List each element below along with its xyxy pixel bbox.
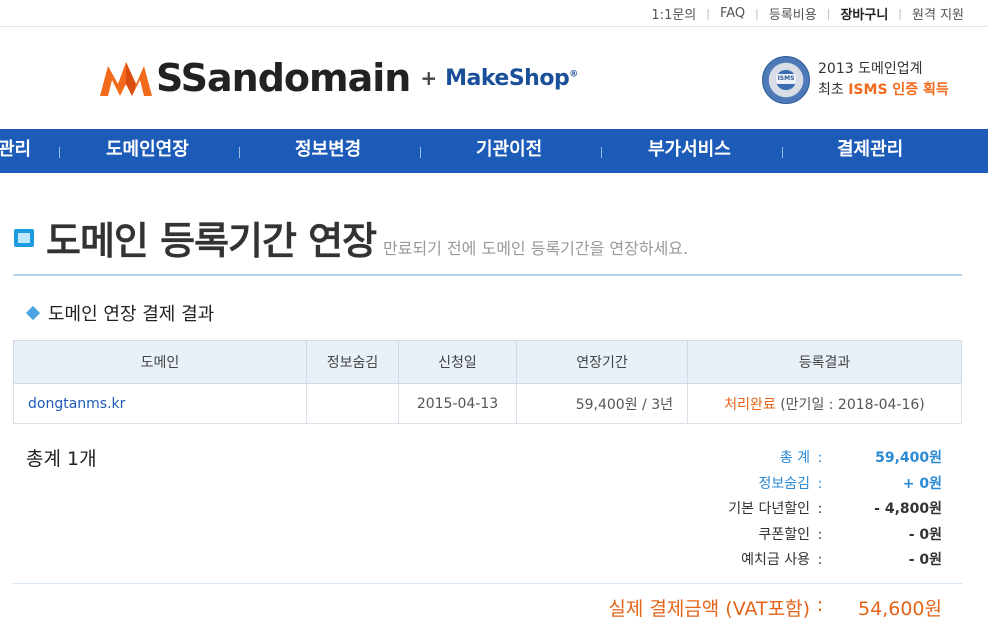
top-link-cart[interactable]: 장바구니 xyxy=(840,4,888,23)
final-label: 실제 결제금액 (VAT포함) xyxy=(608,598,810,620)
divider: | xyxy=(755,7,759,20)
table-header-row: 도메인 정보숨김 신청일 연장기간 등록결과 xyxy=(13,340,962,384)
final-value: 54,600원 xyxy=(858,598,942,620)
summary-colon: : xyxy=(817,552,823,568)
isms-line2: 최초 ISMS 인증 획득 xyxy=(818,80,949,101)
isms-prefix: 최초 xyxy=(818,82,849,98)
nav-item-renew[interactable]: 도메인연장 xyxy=(106,129,189,173)
top-link-remote-support[interactable]: 원격 지원 xyxy=(912,4,964,23)
summary-label: 예치금 사용 xyxy=(741,552,810,568)
final-amount: 실제 결제금액 (VAT포함) : 54,600원 xyxy=(560,594,950,621)
isms-line1: 2013 도메인업계 xyxy=(818,61,923,77)
summary-colon: : xyxy=(817,450,823,466)
summary-value: - 4,800원 xyxy=(874,501,942,517)
nav-divider xyxy=(601,147,602,158)
nav-item-manage[interactable]: 관리 xyxy=(0,129,31,173)
page-subtitle: 만료되기 전에 도메인 등록기간을 연장하세요. xyxy=(383,239,689,258)
partner-text: MakeShop xyxy=(445,65,570,91)
logo-plus: + xyxy=(420,66,438,90)
row-result: 처리완료 (만기일 : 2018-04-16) xyxy=(687,383,962,424)
nav-item-info-change[interactable]: 정보변경 xyxy=(295,129,361,173)
col-date: 신청일 xyxy=(398,340,517,384)
divider: | xyxy=(706,7,710,20)
col-result: 등록결과 xyxy=(687,340,962,384)
top-link-faq[interactable]: FAQ xyxy=(720,6,745,21)
top-links: 1:1문의 | FAQ | 등록비용 | 장바구니 | 원격 지원 xyxy=(651,4,964,23)
top-link-pricing[interactable]: 등록비용 xyxy=(769,4,817,23)
divider: | xyxy=(826,7,831,20)
seal-label: ISMS xyxy=(776,74,796,84)
table-row: dongtanms.kr 2015-04-13 59,400원 / 3년 처리완… xyxy=(13,383,962,424)
summary-row-total: 총 계 : 59,400원 xyxy=(560,446,950,472)
nav-divider xyxy=(420,147,421,158)
summary-label: 쿠폰할인 xyxy=(758,526,810,543)
summary-row-multiyear-discount: 기본 다년할인 : - 4,800원 xyxy=(560,497,950,523)
nav-item-addons[interactable]: 부가서비스 xyxy=(648,129,731,173)
final-colon: : xyxy=(816,594,824,616)
status-complete: 처리완료 xyxy=(724,396,776,413)
nav-divider xyxy=(239,147,240,158)
square-bullet-icon xyxy=(13,228,35,248)
total-count: 총계 1개 xyxy=(26,448,97,470)
summary-label: 총 계 xyxy=(779,450,810,466)
section-heading: 도메인 연장 결제 결과 xyxy=(25,300,215,326)
diamond-bullet-icon xyxy=(25,305,41,321)
nav-divider xyxy=(782,147,783,158)
row-period: 59,400원 / 3년 xyxy=(516,383,688,424)
nav-item-transfer[interactable]: 기관이전 xyxy=(476,129,542,173)
title-divider xyxy=(13,274,962,276)
summary-value: - 0원 xyxy=(908,552,942,568)
partner-name: MakeShop® xyxy=(445,66,578,91)
summary-row-deposit: 예치금 사용 : - 0원 xyxy=(560,548,950,574)
summary-colon: : xyxy=(817,501,823,517)
isms-badge: ISMS 2013 도메인업계 최초 ISMS 인증 획득 xyxy=(762,56,949,104)
summary-colon: : xyxy=(817,475,823,492)
top-link-inquiry[interactable]: 1:1문의 xyxy=(651,4,696,23)
main-nav: 관리 도메인연장 정보변경 기관이전 부가서비스 결제관리 xyxy=(0,129,988,173)
site-logo[interactable]: SSandomain + MakeShop® xyxy=(98,56,578,100)
page-title: 도메인 등록기간 연장 xyxy=(46,219,377,263)
isms-caption: 2013 도메인업계 최초 ISMS 인증 획득 xyxy=(818,59,949,101)
summary-label: 기본 다년할인 xyxy=(728,501,810,517)
nav-divider xyxy=(59,147,60,158)
nav-item-payment[interactable]: 결제관리 xyxy=(837,129,903,173)
ss-logo-icon xyxy=(98,58,154,98)
col-period: 연장기간 xyxy=(516,340,688,384)
registered-mark: ® xyxy=(569,69,578,80)
col-domain: 도메인 xyxy=(13,340,307,384)
expiry-date: (만기일 : 2018-04-16) xyxy=(775,396,925,413)
summary-value: - 0원 xyxy=(908,526,942,543)
summary-row-privacy: 정보숨김 : + 0원 xyxy=(560,472,950,498)
summary-row-coupon: 쿠폰할인 : - 0원 xyxy=(560,523,950,549)
summary-value: 59,400원 xyxy=(875,450,942,466)
isms-seal-icon: ISMS xyxy=(762,56,810,104)
row-date: 2015-04-13 xyxy=(398,383,517,424)
row-domain[interactable]: dongtanms.kr xyxy=(13,383,307,424)
payment-summary: 총 계 : 59,400원 정보숨김 : + 0원 기본 다년할인 : - 4,… xyxy=(560,446,950,574)
result-table: 도메인 정보숨김 신청일 연장기간 등록결과 dongtanms.kr 2015… xyxy=(13,340,962,424)
brand-name: SSandomain xyxy=(156,56,411,100)
summary-value: + 0원 xyxy=(902,475,942,492)
isms-highlight: ISMS 인증 획득 xyxy=(848,82,949,98)
divider: | xyxy=(898,7,903,20)
top-utility-bar: 1:1문의 | FAQ | 등록비용 | 장바구니 | 원격 지원 xyxy=(0,0,988,27)
col-privacy: 정보숨김 xyxy=(306,340,399,384)
summary-colon: : xyxy=(817,526,823,543)
section-title: 도메인 연장 결제 결과 xyxy=(48,304,215,325)
summary-divider xyxy=(13,583,962,584)
summary-label: 정보숨김 xyxy=(758,475,810,492)
row-privacy xyxy=(306,383,399,424)
